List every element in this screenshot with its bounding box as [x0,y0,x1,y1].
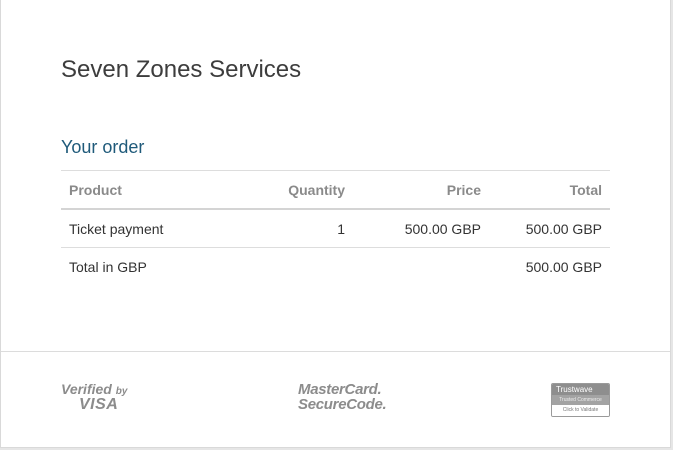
order-header-row: Product Quantity Price Total [61,170,610,210]
item-product: Ticket payment [61,209,227,248]
header-price: Price [353,170,489,210]
item-price: 500.00 GBP [353,209,489,248]
order-table: Product Quantity Price Total Ticket paym… [61,170,610,285]
merchant-name: Seven Zones Services [61,56,302,83]
table-row: Ticket payment 1 500.00 GBP 500.00 GBP [61,209,610,248]
total-amount: 500.00 GBP [525,258,602,275]
mc-line2: SecureCode. [298,396,387,413]
order-section-title: Your order [61,137,145,157]
mastercard-securecode-logo: MasterCard. SecureCode. [298,381,387,413]
order-total-row: Total in GBP 500.00 GBP [61,248,610,286]
mc-line1: MasterCard. [298,381,382,398]
item-quantity: 1 [227,209,353,248]
total-empty-1 [227,248,353,286]
total-label: Total in GBP [69,258,147,275]
item-total: 500.00 GBP [489,209,610,248]
trustwave-line1: Trustwave [552,384,609,395]
verified-by-visa-logo: Verified by VISA [61,382,127,413]
trustwave-line2: Trusted Commerce [552,395,609,405]
trustwave-line3: Click to Validate [552,405,609,416]
payment-card: Seven Zones Services Your order Product … [1,0,670,447]
header-total: Total [489,170,610,210]
visa-line1: Verified [61,381,112,397]
total-empty-2 [353,248,489,286]
security-logos-footer: Verified by VISA MasterCard. SecureCode.… [1,351,670,448]
visa-line2: VISA [79,396,119,413]
header-quantity: Quantity [227,170,353,210]
header-product: Product [61,170,227,210]
trustwave-seal[interactable]: Trustwave Trusted Commerce Click to Vali… [551,383,610,417]
